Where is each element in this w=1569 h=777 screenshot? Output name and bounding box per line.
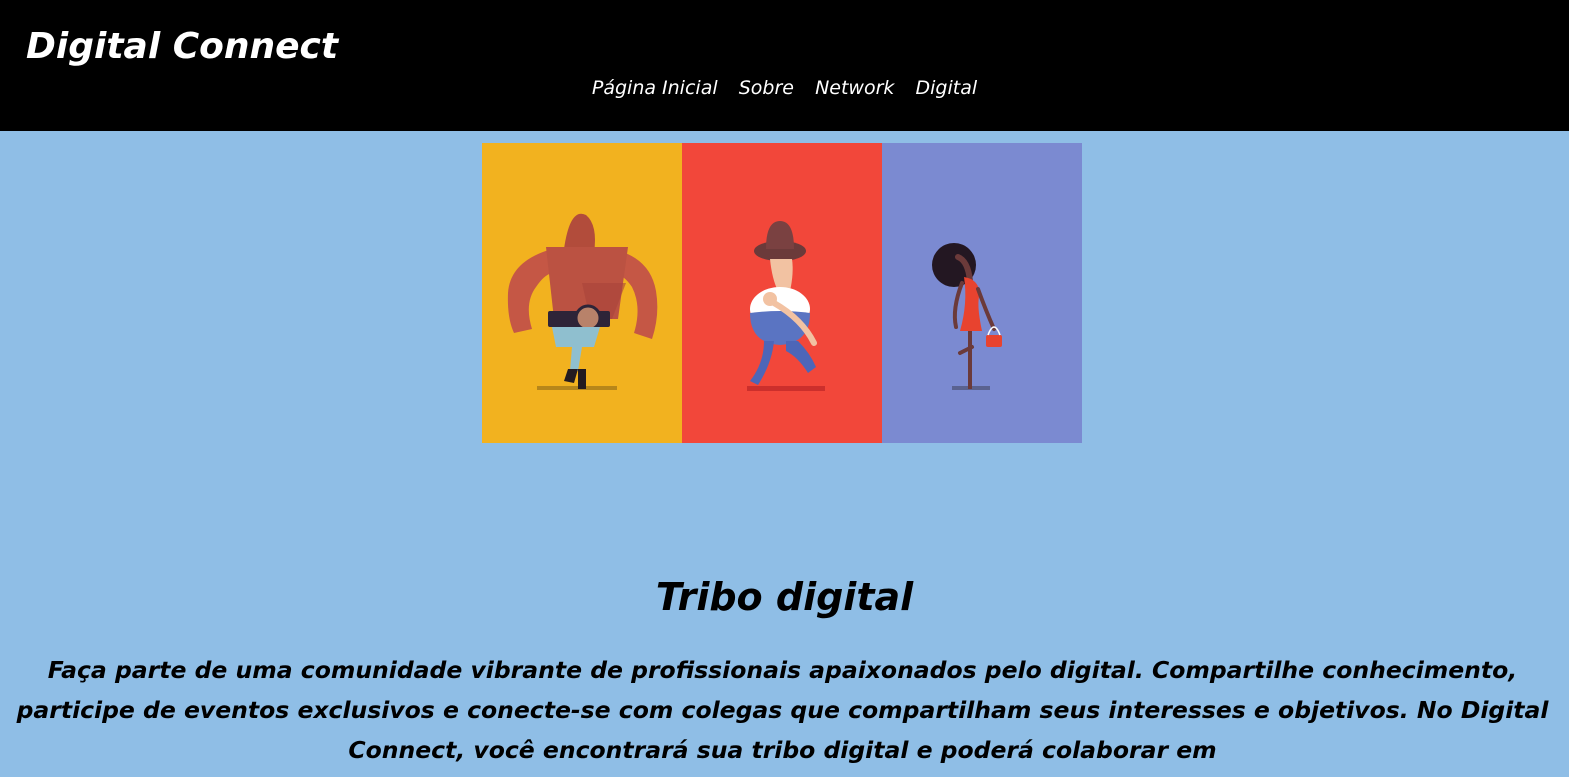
wrestler-character [507,213,658,390]
section-title: Tribo digital [655,575,914,619]
nav-link-sobre[interactable]: Sobre [739,74,794,102]
hero-panel-yellow [482,143,682,443]
nav-link-pagina-inicial[interactable]: Página Inicial [592,74,718,102]
main-content: Tribo digital Faça parte de uma comunida… [0,570,1569,770]
hero-panel-red [682,143,882,443]
site-logo-text[interactable]: Digital Connect [26,24,338,70]
section-description: Faça parte de uma comunidade vibrante de… [16,656,1549,764]
hero-panel-purple [882,143,1082,443]
woman-character [932,243,1002,390]
nav-link-digital[interactable]: Digital [916,74,978,102]
nav-link-network[interactable]: Network [815,74,894,102]
cowboy-character [747,221,825,391]
hero-illustration [482,143,1082,443]
main-nav: Página Inicial Sobre Network Digital [0,74,1569,102]
site-header: Digital Connect Página Inicial Sobre Net… [0,0,1569,131]
